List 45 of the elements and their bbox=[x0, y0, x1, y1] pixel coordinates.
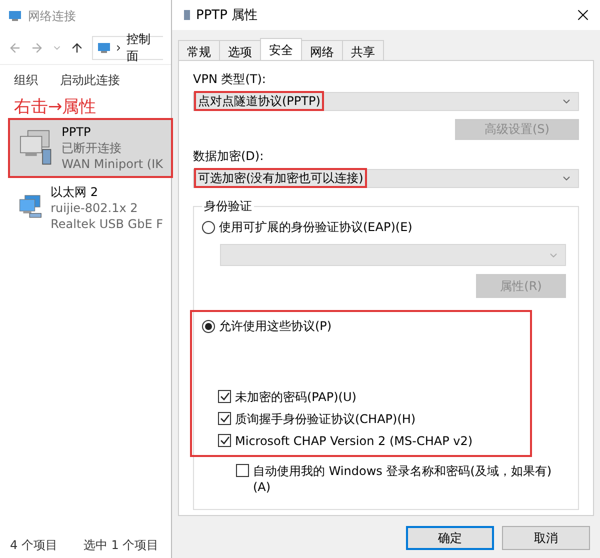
status-text: 4 个项目 bbox=[10, 537, 58, 554]
radio-button[interactable] bbox=[202, 221, 215, 234]
toolbar-command[interactable]: 组织 bbox=[14, 72, 38, 89]
checkbox[interactable] bbox=[218, 412, 231, 425]
tab[interactable]: 常规 bbox=[178, 40, 220, 60]
title-icon bbox=[184, 10, 190, 20]
connection-name: 以太网 2 bbox=[50, 184, 100, 200]
toolbar-command[interactable]: 启动此连接 bbox=[60, 72, 120, 89]
radio-button[interactable] bbox=[202, 320, 215, 333]
field-label: 数据加密(D): bbox=[193, 148, 265, 165]
checkbox[interactable] bbox=[236, 464, 249, 477]
tab[interactable]: 选项 bbox=[219, 40, 261, 60]
radio-label: 允许使用这些协议(P) bbox=[219, 318, 332, 335]
connection-item[interactable]: PPTP 已断开连接 WAN Miniport (IK bbox=[10, 120, 171, 176]
checkbox-label: 未加密的密码(PAP)(U) bbox=[235, 389, 356, 405]
window-title: 网络连接 bbox=[28, 8, 76, 24]
connection-detail: WAN Miniport (IK bbox=[62, 156, 163, 172]
checkbox-label: 自动使用我的 Windows 登录名称和密码(及域，如果有)(A) bbox=[253, 463, 553, 495]
up-icon[interactable] bbox=[70, 41, 84, 55]
radio-label: 使用可扩展的身份验证协议(EAP)(E) bbox=[219, 219, 412, 236]
checkbox[interactable] bbox=[218, 434, 231, 447]
tab[interactable]: 安全 bbox=[260, 38, 302, 60]
dropdown-value: 点对点隧道协议(PPTP) bbox=[196, 93, 322, 109]
connection-item[interactable]: 以太网 2 ruijie-802.1x 2 Realtek USB GbE F bbox=[10, 180, 171, 236]
encryption-dropdown[interactable]: 可选加密(没有加密也可以连接) bbox=[193, 169, 579, 188]
dialog-button[interactable]: 取消 bbox=[502, 526, 590, 550]
field-label: VPN 类型(T): bbox=[193, 71, 267, 88]
dropdown-value: 可选加密(没有加密也可以连接) bbox=[196, 170, 366, 186]
checkbox-label: Microsoft CHAP Version 2 (MS-CHAP v2) bbox=[235, 433, 473, 449]
tab[interactable]: 网络 bbox=[301, 40, 343, 60]
checkbox-label: 质询握手身份验证协议(CHAP)(H) bbox=[235, 411, 416, 427]
connection-detail: ruijie-802.1x 2 bbox=[50, 200, 139, 216]
dialog-button[interactable]: 确定 bbox=[406, 526, 494, 550]
annotation-text: 右击→属性 bbox=[13, 96, 98, 118]
status-text: 选中 1 个项目 bbox=[83, 537, 159, 554]
dialog-title: PPTP 属性 bbox=[196, 7, 259, 24]
tab[interactable]: 共享 bbox=[342, 40, 384, 60]
vpn-type-dropdown[interactable]: 点对点隧道协议(PPTP) bbox=[193, 92, 579, 111]
network-icon bbox=[97, 42, 110, 54]
group-title: 身份验证 bbox=[203, 198, 253, 215]
connection-detail: 已断开连接 bbox=[62, 140, 123, 156]
connection-name: PPTP bbox=[62, 124, 92, 140]
connection-detail: Realtek USB GbE F bbox=[50, 216, 163, 232]
network-icon bbox=[8, 10, 22, 22]
checkbox[interactable] bbox=[218, 390, 231, 403]
